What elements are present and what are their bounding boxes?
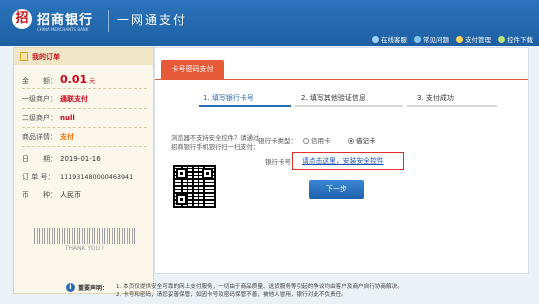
order-merchant2-row: 二级商户： null (22, 113, 75, 123)
tab-card-password-pay[interactable]: 卡号密码支付 (161, 60, 224, 79)
order-title: 我的订单 (32, 52, 60, 61)
nav-label: 控件下载 (507, 36, 533, 44)
merchant1-value: 通联支付 (60, 95, 88, 103)
logo-divider (108, 10, 109, 32)
step-3-bar (407, 105, 497, 107)
next-step-button[interactable]: 下一步 (309, 180, 364, 199)
order-number-label: 订 单 号： (22, 173, 55, 181)
radio-checked-icon (348, 138, 354, 144)
order-receipt: 我的订单 金 额： 0.01 元 一级商户： 通联支付 二级商户： null 商… (13, 47, 154, 294)
order-merchant1-row: 一级商户： 通联支付 (22, 94, 88, 104)
merchant1-label: 一级商户： (22, 95, 57, 103)
order-header: 我的订单 (14, 48, 153, 65)
bank-name: 招商银行 (37, 13, 94, 28)
step-1-bar (199, 105, 291, 107)
install-security-control-link[interactable]: 请点击这里，安装安全控件 (302, 155, 384, 165)
nav-faq[interactable]: 常见问题 (414, 34, 449, 44)
headset-icon (372, 35, 379, 43)
nav-label: 常见问题 (423, 36, 449, 44)
radio-credit-card[interactable]: 信用卡 (303, 135, 331, 145)
info-icon: i (66, 283, 75, 292)
order-amount-label: 金 额： (22, 77, 57, 85)
tab-underline (155, 79, 528, 80)
qr-finder (176, 194, 187, 205)
divider (22, 88, 147, 89)
bank-name-en: CHINA MERCHANTS BANK (37, 27, 89, 32)
nav-pay-manage[interactable]: 支付管理 (456, 34, 491, 44)
qr-finder (202, 168, 213, 179)
debit-card-label: 借记卡 (356, 137, 376, 145)
radio-debit-card[interactable]: 借记卡 (348, 135, 376, 145)
order-number-row: 订 单 号： 111931480000463941 (22, 172, 133, 182)
order-amount-row: 金 额： 0.01 元 (22, 73, 95, 86)
bank-logo-icon: 招 (12, 9, 32, 29)
order-detail-row: 商品详情： 支付 (22, 132, 74, 142)
qr-code-image (173, 165, 216, 208)
top-nav: 在线客服 常见问题 支付管理 控件下载 (372, 34, 533, 44)
divider (22, 127, 147, 128)
detail-value: 支付 (60, 133, 74, 141)
mobile-scan-hint: 浏览器不支持安全控件？请通过招商银行手机银行扫一扫支付： (171, 135, 260, 151)
order-amount-value: 0.01 (60, 73, 88, 86)
merchant2-label: 二级商户： (22, 114, 57, 122)
order-date-row: 日 期： 2019-01-16 (22, 154, 101, 164)
question-icon (414, 35, 421, 43)
nav-control-download[interactable]: 控件下载 (498, 34, 533, 44)
divider (22, 146, 147, 147)
step-3: 3. 支付成功 (417, 94, 454, 102)
nav-label: 支付管理 (465, 36, 491, 44)
divider (22, 108, 147, 109)
order-currency-row: 币 种： 人民币 (22, 190, 81, 200)
document-icon (20, 52, 28, 61)
credit-card-label: 信用卡 (311, 137, 331, 145)
merchant2-value: null (60, 114, 75, 122)
barcode-image (34, 228, 136, 244)
detail-label: 商品详情： (22, 133, 57, 141)
payment-panel: 卡号密码支付 1. 填写银行卡号 2. 填写其他验证信息 3. 支付成功 浏览器… (154, 47, 529, 274)
currency-value: 人民币 (60, 191, 81, 199)
slogan: 一网通支付 (117, 13, 188, 27)
date-value: 2019-01-16 (60, 155, 101, 163)
date-label: 日 期： (22, 155, 57, 163)
footer-line-1: 1. 本页仅提供安全可靠的网上支付服务，一切由于商品质量、送货服务等引起的争议均… (116, 284, 403, 290)
nav-label: 在线客服 (381, 36, 407, 44)
footer-notice: 1. 本页仅提供安全可靠的网上支付服务，一切由于商品质量、送货服务等引起的争议均… (116, 283, 403, 299)
header: 招 招商银行 CHINA MERCHANTS BANK 一网通支付 在线客服 常… (0, 0, 539, 46)
step-2: 2. 填写其他验证信息 (301, 94, 366, 102)
download-icon (498, 35, 505, 43)
nav-online-service[interactable]: 在线客服 (372, 34, 407, 44)
footer-title: 重要声明： (78, 285, 109, 292)
thank-you-text: THANK YOU ! (64, 245, 105, 252)
card-type-label: 银行卡类型： (258, 137, 297, 145)
order-amount-unit: 元 (89, 78, 96, 85)
qr-finder (176, 168, 187, 179)
step-1: 1. 填写银行卡号 (203, 94, 254, 102)
radio-icon (303, 138, 309, 144)
footer-line-2: 2. 卡号和密码，请您妥善保管，如因卡号及密码保管不善，被他人冒用，银行对此不负… (116, 292, 347, 298)
step-2-bar (295, 105, 403, 107)
currency-label: 币 种： (22, 191, 57, 199)
gear-icon (456, 35, 463, 43)
order-number-value: 111931480000463941 (60, 173, 134, 181)
